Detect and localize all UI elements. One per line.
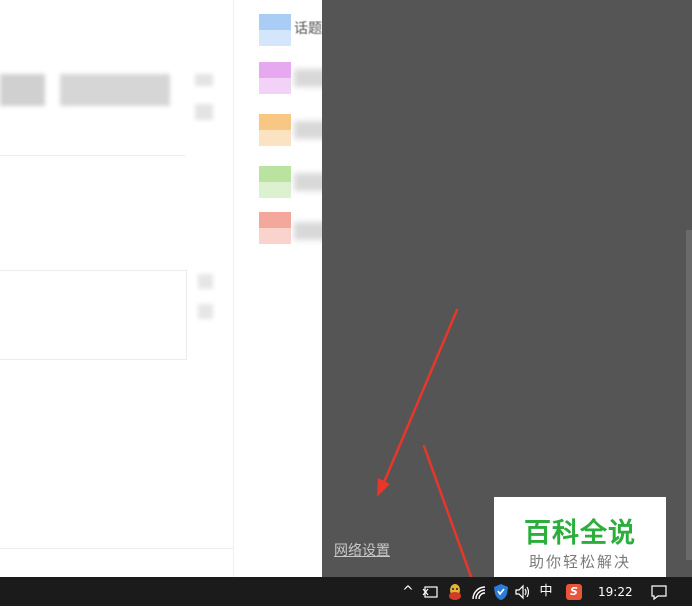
content-box <box>0 270 187 360</box>
blurred-text <box>0 74 45 106</box>
watermark-subtitle: 助你轻松解决 <box>528 553 631 571</box>
item-color-bottom <box>259 228 291 244</box>
sidebar-item[interactable] <box>259 114 291 146</box>
app-sidebar: 话题 <box>233 0 339 577</box>
watermark-logo: 百科全说 助你轻松解决 <box>494 497 666 581</box>
taskbar: ^ 中 S 19:22 <box>0 577 692 606</box>
divider <box>0 155 185 156</box>
blurred-text <box>60 74 170 106</box>
network-flyout: 网络设置 百科全说 助你轻松解决 <box>322 0 692 581</box>
item-color-bottom <box>259 130 291 146</box>
blurred-text <box>198 304 213 319</box>
shield-icon[interactable] <box>492 582 510 602</box>
network-settings-link[interactable]: 网络设置 <box>334 540 390 560</box>
item-color-top <box>259 62 291 78</box>
item-color-bottom <box>259 182 291 198</box>
sidebar-item[interactable] <box>259 212 291 244</box>
sogou-badge: S <box>566 584 582 600</box>
sidebar-item[interactable] <box>259 166 291 198</box>
ime-icon[interactable]: 中 <box>537 582 555 602</box>
item-color-top <box>259 212 291 228</box>
item-color-bottom <box>259 30 291 46</box>
divider <box>0 548 233 549</box>
sidebar-item-label: 话题 <box>294 21 322 37</box>
sidebar-item[interactable] <box>259 62 291 94</box>
wifi-icon[interactable] <box>470 582 488 602</box>
item-color-top <box>259 166 291 182</box>
app-main-panel <box>0 0 233 577</box>
watermark-title: 百科全说 <box>524 518 636 549</box>
volume-icon[interactable] <box>514 582 532 602</box>
window-edge <box>686 230 692 560</box>
sidebar-item-topics[interactable] <box>259 14 291 46</box>
blurred-text <box>195 74 213 86</box>
item-color-bottom <box>259 78 291 94</box>
blurred-text <box>198 274 213 289</box>
clock[interactable]: 19:22 <box>598 582 633 602</box>
blurred-text <box>195 104 213 120</box>
network-adapter-icon[interactable] <box>422 582 440 602</box>
item-color-top <box>259 14 291 30</box>
notification-icon[interactable] <box>650 582 668 602</box>
chevron-up-icon[interactable]: ^ <box>400 582 416 602</box>
sogou-icon[interactable]: S <box>566 582 584 602</box>
item-color-top <box>259 114 291 130</box>
qq-icon[interactable] <box>446 582 464 602</box>
